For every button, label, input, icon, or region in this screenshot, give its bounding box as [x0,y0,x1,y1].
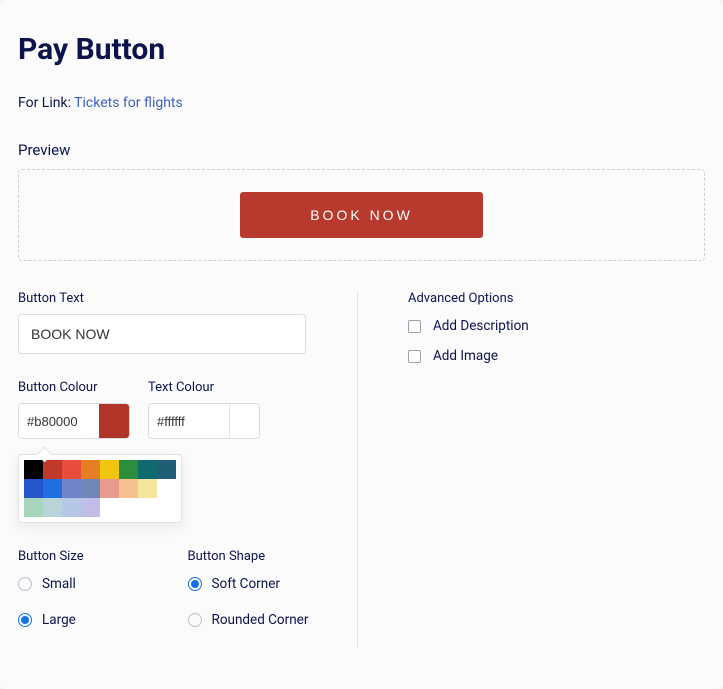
button-shape-option-label: Rounded Corner [212,612,309,628]
palette-cell[interactable] [119,498,138,517]
button-shape-option-label: Soft Corner [212,576,280,592]
button-size-label: Button Size [18,549,170,564]
palette-cell[interactable] [62,479,81,498]
button-text-label: Button Text [18,291,339,306]
advanced-option-label: Add Description [433,318,529,334]
advanced-option[interactable]: Add Description [408,318,705,334]
palette-cell[interactable] [100,498,119,517]
left-column: Button Text Button Colour Text Colour [18,291,358,648]
palette-cell[interactable] [157,460,176,479]
button-shape-option[interactable]: Soft Corner [188,576,340,592]
advanced-options-label: Advanced Options [408,291,705,306]
preview-label: Preview [18,141,705,159]
palette-cell[interactable] [100,479,119,498]
for-link-name[interactable]: Tickets for flights [74,95,183,111]
palette-cell[interactable] [157,479,176,498]
button-size-option-label: Large [42,612,76,628]
palette-cell[interactable] [43,479,62,498]
palette-cell[interactable] [24,460,43,479]
button-colour-label: Button Colour [18,380,130,395]
text-colour-label: Text Colour [148,380,260,395]
palette-cell[interactable] [100,460,119,479]
palette-cell[interactable] [119,479,138,498]
right-column: Advanced Options Add Description Add Imag… [358,291,705,648]
preview-box: BOOK NOW [18,169,705,261]
for-link: For Link: Tickets for flights [18,95,705,111]
colour-palette[interactable] [18,454,182,523]
button-size-option[interactable]: Small [18,576,170,592]
button-shape-label: Button Shape [188,549,340,564]
radio-icon[interactable] [18,577,32,591]
advanced-option[interactable]: Add Image [408,348,705,364]
palette-cell[interactable] [24,498,43,517]
text-colour-swatch[interactable] [229,404,259,438]
text-colour-input[interactable] [149,404,229,438]
checkbox-icon[interactable] [408,320,421,333]
palette-cell[interactable] [157,498,176,517]
page-title: Pay Button [18,32,705,67]
palette-cell[interactable] [81,479,100,498]
button-size-option[interactable]: Large [18,612,170,628]
palette-cell[interactable] [138,460,157,479]
palette-cell[interactable] [81,460,100,479]
palette-cell[interactable] [119,460,138,479]
text-colour-field [148,403,260,439]
palette-cell[interactable] [43,460,62,479]
preview-button[interactable]: BOOK NOW [240,192,483,238]
palette-cell[interactable] [24,479,43,498]
palette-cell[interactable] [62,460,81,479]
button-colour-input[interactable] [19,404,99,438]
palette-cell[interactable] [138,498,157,517]
radio-icon[interactable] [188,577,202,591]
button-shape-option[interactable]: Rounded Corner [188,612,340,628]
radio-icon[interactable] [188,613,202,627]
button-text-input[interactable] [18,314,306,354]
button-size-option-label: Small [42,576,76,592]
pay-button-editor: Pay Button For Link: Tickets for flights… [0,0,723,689]
palette-cell[interactable] [62,498,81,517]
for-link-prefix: For Link: [18,95,74,111]
advanced-option-label: Add Image [433,348,498,364]
palette-cell[interactable] [138,479,157,498]
checkbox-icon[interactable] [408,350,421,363]
button-colour-swatch[interactable] [99,404,129,438]
palette-cell[interactable] [81,498,100,517]
radio-icon[interactable] [18,613,32,627]
button-colour-field [18,403,130,439]
palette-cell[interactable] [43,498,62,517]
